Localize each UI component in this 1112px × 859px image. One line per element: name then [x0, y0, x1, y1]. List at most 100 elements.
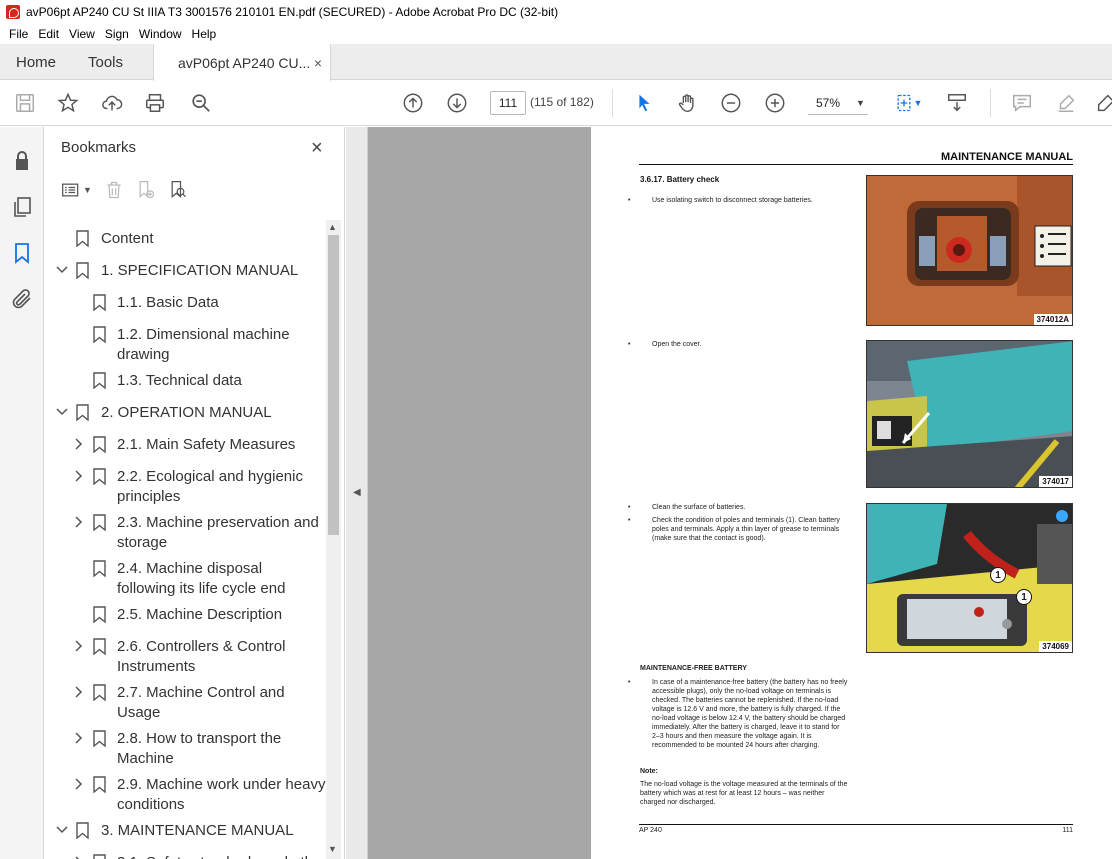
bookmarks-title: Bookmarks: [61, 139, 137, 156]
zoom-in-icon[interactable]: [764, 91, 786, 115]
zoom-level-select[interactable]: 57% ▼: [808, 91, 868, 115]
note-title: Note:: [640, 768, 658, 775]
bookmark-icon: [76, 262, 89, 280]
step-text: • Clean the surface of batteries.: [628, 504, 746, 511]
window-title: avP06pt AP240 CU St IIIA T3 3001576 2101…: [26, 5, 559, 19]
bookmark-label: 1. SPECIFICATION MANUAL: [101, 262, 299, 279]
scroll-down-icon[interactable]: ▼: [328, 844, 337, 854]
bookmark-item[interactable]: 2.9. Machine work under heavy conditions: [45, 775, 327, 821]
bookmark-item[interactable]: 2.6. Controllers & Control Instruments: [45, 637, 327, 683]
tab-document-label: avP06pt AP240 CU...: [178, 54, 311, 71]
bookmark-item[interactable]: 2.8. How to transport the Machine: [45, 729, 327, 775]
chevron-right-icon[interactable]: [72, 731, 86, 745]
panel-collapse-handle[interactable]: ◀: [346, 127, 368, 859]
next-page-icon[interactable]: [446, 91, 468, 115]
scroll-up-icon[interactable]: ▲: [328, 222, 337, 232]
bookmark-item[interactable]: 2.5. Machine Description: [45, 605, 327, 629]
options-menu-icon[interactable]: ▼: [61, 180, 92, 200]
print-icon[interactable]: [144, 91, 166, 115]
chevron-right-icon[interactable]: [72, 515, 86, 529]
lock-icon[interactable]: [10, 149, 34, 173]
chevron-right-icon[interactable]: [72, 777, 86, 791]
attachment-icon[interactable]: [10, 287, 34, 311]
bookmark-label: 2.3. Machine preservation and: [117, 514, 319, 531]
bookmark-item[interactable]: 1. SPECIFICATION MANUAL: [45, 261, 327, 285]
chevron-right-icon[interactable]: [72, 855, 86, 859]
chevron-right-icon[interactable]: [72, 437, 86, 451]
bookmark-icon: [93, 854, 106, 859]
new-bookmark-icon[interactable]: [136, 180, 156, 200]
select-cursor-icon[interactable]: [633, 91, 655, 115]
acrobat-logo-icon: [6, 5, 20, 19]
maintenance-free-text: • In case of a maintenance-free battery (…: [628, 679, 848, 749]
footer-page-number: 111: [1062, 827, 1073, 834]
hand-tool-icon[interactable]: [676, 91, 698, 115]
bookmark-panel-icon[interactable]: [10, 241, 34, 265]
bookmark-label: conditions: [117, 796, 185, 813]
bookmarks-scrollbar[interactable]: ▲ ▼: [326, 220, 341, 859]
bookmark-label: 3. MAINTENANCE MANUAL: [101, 822, 294, 839]
photo-caption: 374069: [1039, 641, 1072, 652]
menu-file[interactable]: File: [4, 27, 33, 41]
zoom-out-icon[interactable]: [720, 91, 742, 115]
menu-view[interactable]: View: [64, 27, 100, 41]
save-icon[interactable]: [14, 91, 36, 115]
chevron-right-icon[interactable]: [72, 469, 86, 483]
bookmark-item[interactable]: 1.3. Technical data: [45, 371, 327, 395]
page-count-label: (115 of 182): [530, 95, 594, 109]
highlight-pen-icon[interactable]: [1055, 91, 1077, 115]
open-cover-photo: 374017: [866, 340, 1073, 488]
scrollbar-thumb[interactable]: [328, 235, 339, 535]
bookmark-item[interactable]: 3.1. Safety standards and other: [45, 853, 327, 859]
bookmark-label: 2.9. Machine work under heavy: [117, 776, 326, 793]
menu-window[interactable]: Window: [134, 27, 187, 41]
pages-icon[interactable]: [10, 195, 34, 219]
zoom-level-value: 57%: [816, 95, 841, 110]
bookmark-icon: [76, 404, 89, 422]
search-zoom-icon[interactable]: [190, 91, 212, 115]
comment-icon[interactable]: [1011, 91, 1033, 115]
bookmark-item[interactable]: 2. OPERATION MANUAL: [45, 403, 327, 427]
menu-sign[interactable]: Sign: [100, 27, 134, 41]
bookmark-item[interactable]: 2.7. Machine Control and Usage: [45, 683, 327, 729]
chevron-right-icon[interactable]: [72, 639, 86, 653]
toolbar-divider: [612, 89, 613, 117]
collapse-arrow-icon[interactable]: ◀: [353, 487, 361, 498]
tab-home[interactable]: Home: [16, 44, 56, 80]
bookmark-item[interactable]: 3. MAINTENANCE MANUAL: [45, 821, 327, 845]
cloud-upload-icon[interactable]: [101, 91, 123, 115]
tab-close-icon[interactable]: ×: [314, 55, 322, 71]
bookmark-item[interactable]: 2.1. Main Safety Measures: [45, 435, 327, 459]
previous-page-icon[interactable]: [402, 91, 424, 115]
bookmark-item[interactable]: 2.4. Machine disposal following its life …: [45, 559, 327, 605]
photo-caption: 374017: [1039, 476, 1072, 487]
scroll-mode-icon[interactable]: [946, 91, 968, 115]
close-icon[interactable]: ×: [311, 137, 323, 160]
tab-document[interactable]: avP06pt AP240 CU... ×: [153, 44, 331, 81]
maintenance-free-title: MAINTENANCE-FREE BATTERY: [640, 665, 747, 672]
fit-page-icon[interactable]: ▼: [890, 91, 926, 115]
chevron-down-icon[interactable]: [55, 263, 69, 277]
bookmark-item[interactable]: Content: [45, 229, 327, 253]
tab-tools[interactable]: Tools: [88, 44, 123, 80]
draw-pen-icon[interactable]: [1095, 91, 1112, 115]
menu-help[interactable]: Help: [187, 27, 222, 41]
bookmarks-toolbar: ▼: [61, 177, 200, 203]
star-icon[interactable]: [57, 91, 79, 115]
bookmark-item[interactable]: 1.1. Basic Data: [45, 293, 327, 317]
bookmark-label: 2.2. Ecological and hygienic: [117, 468, 303, 485]
delete-bookmark-icon[interactable]: [104, 180, 124, 200]
page-number-input[interactable]: 111: [490, 91, 526, 115]
find-bookmark-icon[interactable]: [168, 180, 188, 200]
bookmark-icon: [76, 230, 89, 248]
chevron-right-icon[interactable]: [72, 685, 86, 699]
bookmark-item[interactable]: 2.2. Ecological and hygienic principles: [45, 467, 327, 513]
bookmark-item[interactable]: 2.3. Machine preservation and storage: [45, 513, 327, 559]
chevron-down-icon[interactable]: [55, 823, 69, 837]
navigation-rail: [0, 127, 44, 859]
chevron-down-icon[interactable]: [55, 405, 69, 419]
bookmark-label: following its life cycle end: [117, 580, 286, 597]
menu-edit[interactable]: Edit: [33, 27, 64, 41]
bookmark-item[interactable]: 1.2. Dimensional machine drawing: [45, 325, 327, 371]
bookmark-icon: [93, 776, 106, 794]
